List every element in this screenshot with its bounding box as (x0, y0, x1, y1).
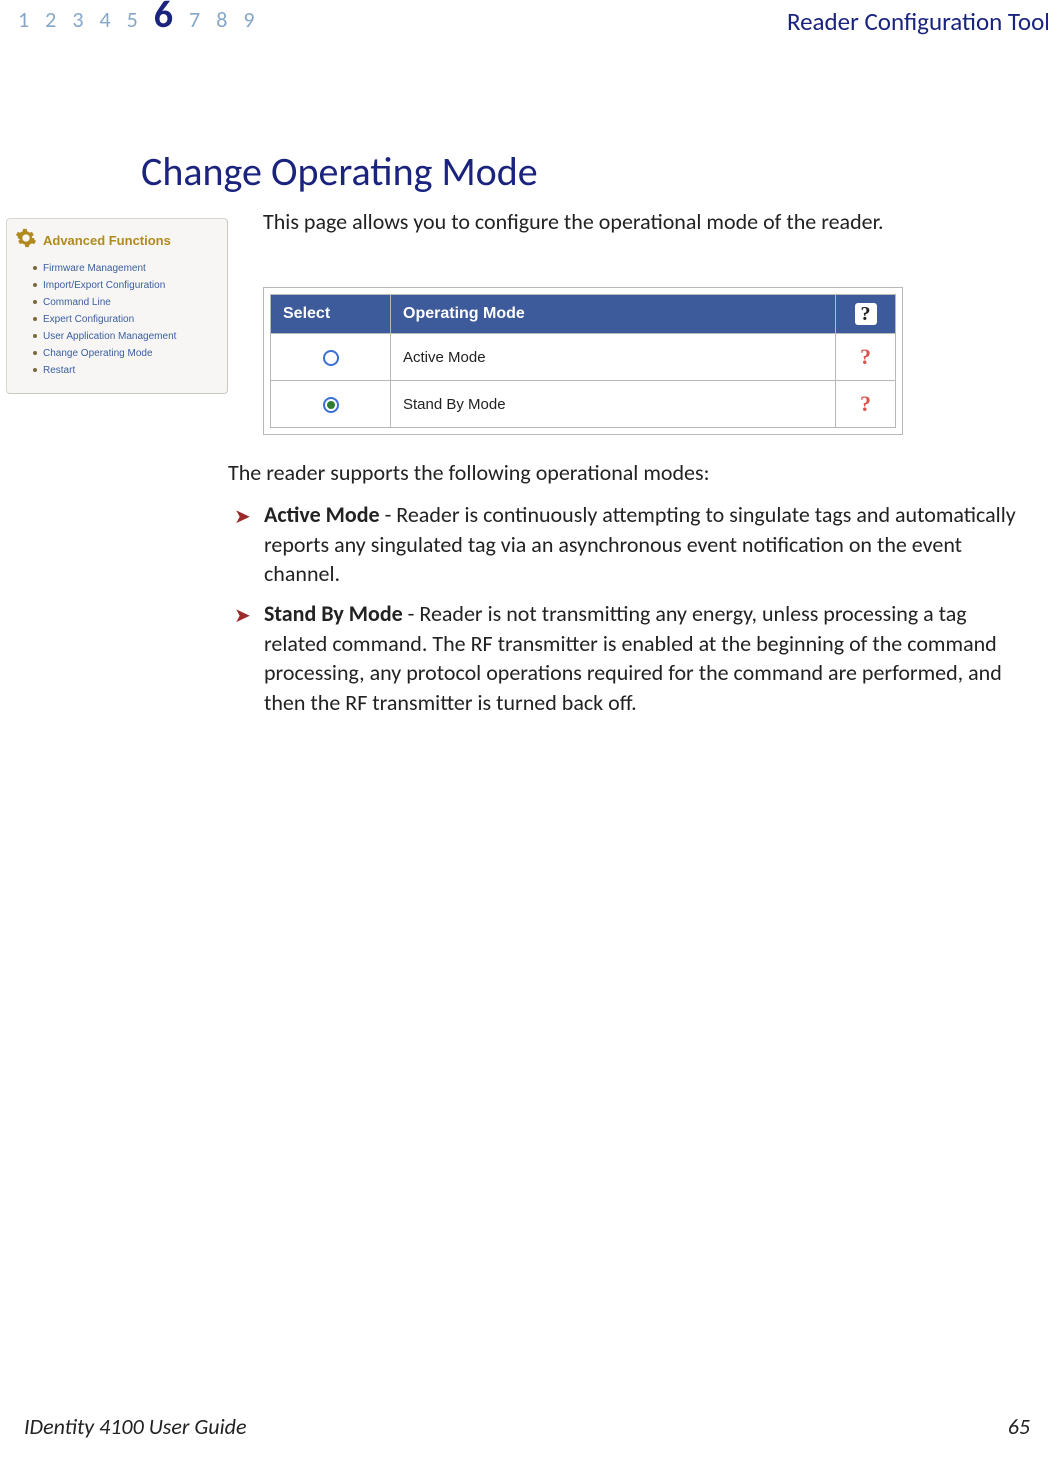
help-link-standby[interactable]: ? (836, 381, 896, 428)
footer-rest: entity 4100 User Guide (43, 1413, 246, 1440)
gear-icon (15, 227, 37, 254)
chapter-num-1[interactable]: 1 (18, 6, 29, 33)
chapter-number-strip: 1 2 3 4 5 6 7 8 9 (18, 6, 255, 33)
chapter-num-2[interactable]: 2 (45, 6, 56, 33)
radio-standby-mode[interactable] (323, 397, 339, 413)
chapter-num-6-active[interactable]: 6 (154, 4, 173, 31)
col-header-help: ? (836, 295, 896, 334)
supports-text: The reader supports the following operat… (228, 459, 1028, 486)
advanced-functions-panel: Advanced Functions Firmware Management I… (6, 218, 228, 394)
sidebar-item-firmware[interactable]: Firmware Management (33, 260, 221, 277)
page-header: 1 2 3 4 5 6 7 8 9 Reader Configuration T… (0, 0, 1048, 37)
sidebar-item-user-app-mgmt[interactable]: User Application Management (33, 328, 221, 345)
header-title: Reader Configuration Tool (787, 6, 1048, 37)
chapter-num-7[interactable]: 7 (189, 6, 200, 33)
sidebar-item-expert-config[interactable]: Expert Configuration (33, 311, 221, 328)
operating-mode-table: Select Operating Mode ? Active Mode ? (270, 294, 896, 428)
table-row: Active Mode ? (271, 334, 896, 381)
radio-active-mode[interactable] (323, 350, 339, 366)
footer-page-number: 65 (1008, 1413, 1030, 1440)
help-icon: ? (855, 303, 877, 325)
sidebar-title: Advanced Functions (43, 233, 171, 248)
chapter-num-4[interactable]: 4 (99, 6, 110, 33)
sidebar-item-import-export[interactable]: Import/Export Configuration (33, 277, 221, 294)
content-column: This page allows you to configure the op… (228, 196, 1048, 728)
table-row: Stand By Mode ? (271, 381, 896, 428)
sidebar-item-restart[interactable]: Restart (33, 362, 221, 379)
mode-name: Active Mode (264, 501, 380, 528)
list-item: ➤ Stand By Mode - Reader is not transmit… (228, 599, 1028, 718)
intro-text: This page allows you to configure the op… (263, 208, 1028, 235)
page-title: Change Operating Mode (141, 147, 1048, 196)
chapter-num-3[interactable]: 3 (72, 6, 83, 33)
sidebar-item-change-op-mode[interactable]: Change Operating Mode (33, 345, 221, 362)
chapter-num-8[interactable]: 8 (216, 6, 227, 33)
mode-description-list: ➤ Active Mode - Reader is continuously a… (228, 500, 1028, 718)
chapter-num-5[interactable]: 5 (127, 6, 138, 33)
col-header-mode: Operating Mode (391, 295, 836, 334)
footer-product: IDentity 4100 User Guide (24, 1413, 246, 1440)
mode-name: Stand By Mode (264, 600, 403, 627)
mode-cell: Active Mode (391, 334, 836, 381)
operating-mode-table-container: Select Operating Mode ? Active Mode ? (263, 287, 903, 435)
chapter-num-9[interactable]: 9 (243, 6, 254, 33)
mode-cell: Stand By Mode (391, 381, 836, 428)
chevron-right-icon: ➤ (234, 504, 251, 531)
chevron-right-icon: ➤ (234, 603, 251, 630)
col-header-select: Select (271, 295, 391, 334)
page-footer: IDentity 4100 User Guide 65 (24, 1413, 1030, 1440)
help-link-active[interactable]: ? (836, 334, 896, 381)
list-item: ➤ Active Mode - Reader is continuously a… (228, 500, 1028, 589)
footer-prefix: ID (24, 1413, 43, 1440)
sidebar-item-command-line[interactable]: Command Line (33, 294, 221, 311)
